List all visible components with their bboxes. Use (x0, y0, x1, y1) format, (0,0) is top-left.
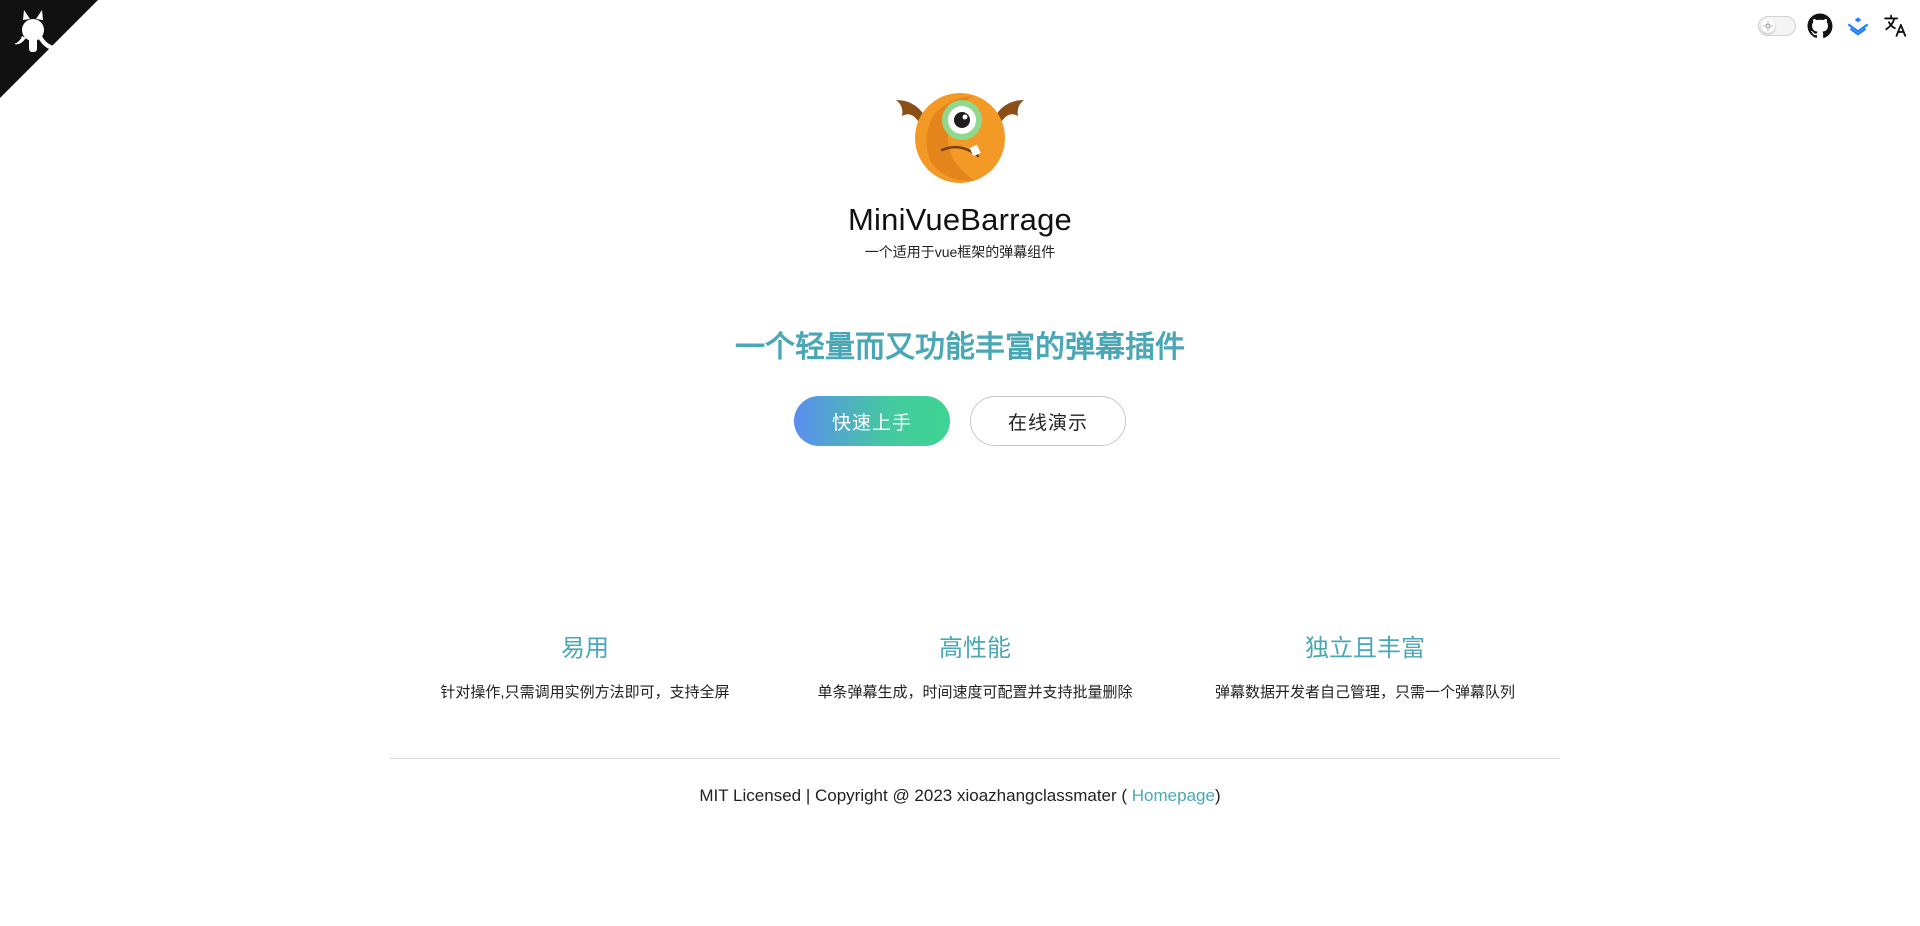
page: MiniVueBarrage 一个适用于vue框架的弹幕组件 一个轻量而又功能丰… (0, 0, 1920, 926)
top-toolbar (1758, 10, 1910, 42)
footer-text: MIT Licensed | Copyright @ 2023 xioazhan… (699, 786, 1132, 805)
layers-link[interactable] (1844, 12, 1872, 40)
feature-item: 易用 针对操作,只需调用实例方法即可，支持全屏 (390, 628, 780, 702)
github-link[interactable] (1806, 12, 1834, 40)
get-started-button[interactable]: 快速上手 (794, 396, 950, 446)
translate-icon (1884, 14, 1907, 37)
feature-title: 独立且丰富 (1305, 635, 1425, 662)
footer: MIT Licensed | Copyright @ 2023 xioazhan… (0, 786, 1920, 806)
homepage-link[interactable]: Homepage (1132, 786, 1215, 805)
theme-toggle[interactable] (1758, 16, 1796, 36)
sun-icon (1761, 19, 1775, 33)
footer-suffix: ) (1214, 786, 1221, 805)
feature-details: 针对操作,只需调用实例方法即可，支持全屏 (440, 684, 730, 701)
feature-title: 高性能 (939, 635, 1011, 662)
feature-item: 独立且丰富 弹幕数据开发者自己管理，只需一个弹幕队列 (1170, 628, 1560, 702)
online-demo-button[interactable]: 在线演示 (970, 396, 1126, 446)
footer-divider (390, 758, 1560, 759)
hero-actions: 快速上手 在线演示 (0, 396, 1920, 446)
layers-icon (1847, 17, 1869, 36)
hero-tagline: 一个轻量而又功能丰富的弹幕插件 (735, 331, 1185, 364)
github-icon (1807, 13, 1833, 39)
feature-item: 高性能 单条弹幕生成，时间速度可配置并支持批量删除 (780, 628, 1170, 702)
site-title: MiniVueBarrage (848, 202, 1072, 237)
translate-button[interactable] (1882, 12, 1910, 40)
feature-title: 易用 (561, 635, 609, 662)
feature-details: 弹幕数据开发者自己管理，只需一个弹幕队列 (1214, 684, 1515, 701)
feature-details: 单条弹幕生成，时间速度可配置并支持批量删除 (817, 684, 1133, 701)
hero-section: MiniVueBarrage 一个适用于vue框架的弹幕组件 一个轻量而又功能丰… (0, 80, 1920, 446)
monster-logo (890, 80, 1030, 190)
features-section: 易用 针对操作,只需调用实例方法即可，支持全屏 高性能 单条弹幕生成，时间速度可… (390, 628, 1560, 702)
site-description: 一个适用于vue框架的弹幕组件 (864, 244, 1056, 260)
